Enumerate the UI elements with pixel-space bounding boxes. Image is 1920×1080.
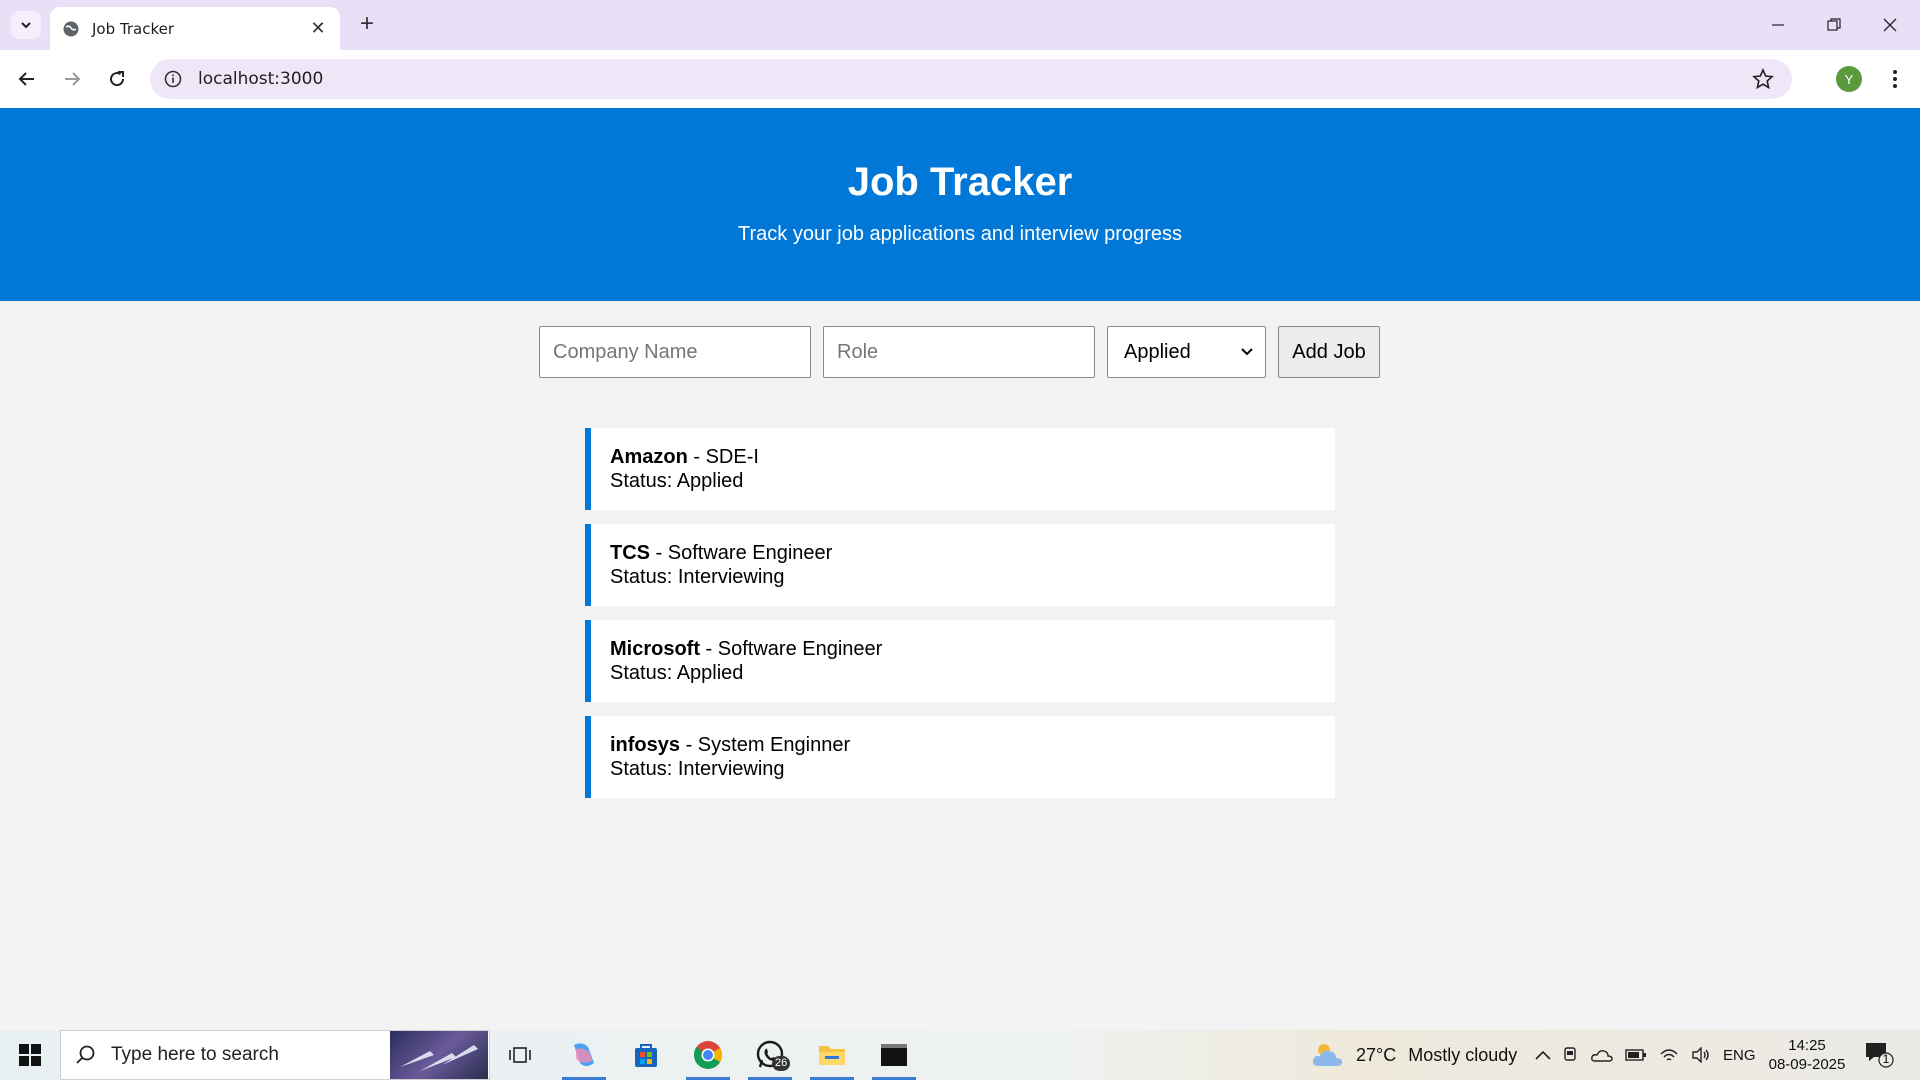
- chrome-button[interactable]: [680, 1030, 736, 1080]
- weather-condition: Mostly cloudy: [1408, 1044, 1518, 1065]
- taskbar-clock[interactable]: 14:25 08-09-2025: [1766, 1036, 1848, 1074]
- browser-menu-button[interactable]: [1880, 64, 1910, 94]
- tab-title: Job Tracker: [92, 19, 175, 38]
- chrome-icon: [694, 1041, 722, 1069]
- notification-count: 1: [1882, 1052, 1890, 1066]
- new-tab-button[interactable]: +: [354, 12, 380, 38]
- job-card: infosys - System Enginner Status: Interv…: [585, 716, 1335, 798]
- close-icon: [1883, 18, 1897, 32]
- close-window-button[interactable]: [1862, 0, 1918, 50]
- notifications-button[interactable]: 1: [1864, 1040, 1896, 1070]
- browser-tabstrip: Job Tracker ✕ +: [0, 0, 1920, 50]
- role-input[interactable]: [823, 326, 1095, 378]
- job-role: - SDE-I: [687, 446, 759, 468]
- status-select[interactable]: Applied: [1107, 326, 1266, 378]
- tab-search-button[interactable]: [11, 11, 41, 39]
- reload-button[interactable]: [100, 62, 134, 96]
- search-placeholder: Type here to search: [111, 1044, 279, 1065]
- add-job-form: Applied Add Job: [539, 326, 1380, 378]
- restore-icon: [1827, 18, 1841, 31]
- close-tab-icon[interactable]: ✕: [308, 18, 328, 39]
- address-bar[interactable]: localhost:3000: [150, 59, 1792, 99]
- store-button[interactable]: [618, 1030, 674, 1080]
- copilot-button[interactable]: [556, 1030, 612, 1080]
- volume-icon[interactable]: [1691, 1047, 1711, 1063]
- job-role: - Software Engineer: [650, 542, 833, 564]
- job-role: - System Enginner: [680, 734, 851, 756]
- status-selected-value: Applied: [1124, 340, 1191, 363]
- task-view-button[interactable]: [492, 1030, 548, 1080]
- system-tray: ENG: [1535, 1030, 1756, 1080]
- temperature: 27°C: [1356, 1044, 1397, 1065]
- job-company: Amazon: [610, 446, 688, 468]
- add-job-button[interactable]: Add Job: [1278, 326, 1380, 378]
- terminal-button[interactable]: [866, 1030, 922, 1080]
- clock-time: 14:25: [1788, 1037, 1826, 1054]
- search-highlight-image[interactable]: [390, 1031, 488, 1079]
- battery-icon[interactable]: [1625, 1048, 1647, 1062]
- profile-avatar[interactable]: Y: [1836, 66, 1862, 92]
- more-vert-icon: [1893, 70, 1897, 88]
- terminal-icon: [881, 1044, 907, 1066]
- url-text: localhost:3000: [198, 69, 324, 89]
- job-list: Amazon - SDE-I Status: Applied TCS - Sof…: [585, 428, 1335, 812]
- windows-logo-icon: [19, 1044, 41, 1066]
- whatsapp-badge: 26: [772, 1056, 791, 1071]
- info-icon: [164, 70, 182, 88]
- arrow-right-icon: [65, 72, 81, 86]
- file-explorer-button[interactable]: [804, 1030, 860, 1080]
- wifi-icon[interactable]: [1659, 1047, 1679, 1063]
- star-icon[interactable]: [1752, 68, 1774, 90]
- job-card: Microsoft - Software Engineer Status: Ap…: [585, 620, 1335, 702]
- page-header: Job Tracker Track your job applications …: [0, 108, 1920, 301]
- browser-tab[interactable]: Job Tracker ✕: [50, 7, 340, 50]
- meet-now-icon[interactable]: [1563, 1046, 1579, 1064]
- start-button[interactable]: [0, 1030, 60, 1080]
- page-subtitle: Track your job applications and intervie…: [738, 223, 1182, 245]
- job-role: - Software Engineer: [700, 638, 883, 660]
- notification-icon: [1866, 1043, 1894, 1068]
- browser-toolbar: localhost:3000 Y: [0, 50, 1920, 108]
- chevron-up-icon[interactable]: [1535, 1050, 1551, 1060]
- weather-widget[interactable]: 27°C Mostly cloudy: [1310, 1030, 1517, 1080]
- chevron-down-icon: [1241, 348, 1253, 356]
- store-icon: [635, 1044, 657, 1067]
- job-company: TCS: [610, 542, 650, 564]
- jets-illustration-icon: [400, 1045, 478, 1071]
- onedrive-icon[interactable]: [1591, 1048, 1613, 1062]
- chevron-down-icon: [21, 22, 31, 29]
- minimize-button[interactable]: [1750, 0, 1806, 50]
- job-status: Status: Applied: [610, 470, 744, 492]
- taskbar: Type here to search 26 27°C Mostly cloud…: [0, 1030, 1920, 1080]
- copilot-icon: [574, 1043, 594, 1066]
- arrow-left-icon: [18, 72, 34, 86]
- cloudy-weather-icon: [1312, 1044, 1343, 1066]
- minimize-icon: [1772, 24, 1784, 26]
- job-status: Status: Applied: [610, 662, 744, 684]
- language-indicator[interactable]: ENG: [1723, 1047, 1756, 1064]
- job-company: Microsoft: [610, 638, 700, 660]
- page-title: Job Tracker: [847, 160, 1073, 204]
- globe-icon: [63, 21, 79, 36]
- job-company: infosys: [610, 734, 681, 756]
- job-card: Amazon - SDE-I Status: Applied: [585, 428, 1335, 510]
- whatsapp-button[interactable]: 26: [742, 1030, 798, 1080]
- page-content: Job Tracker Track your job applications …: [0, 108, 1920, 1030]
- forward-button[interactable]: [55, 62, 89, 96]
- search-icon: [76, 1045, 95, 1064]
- job-card: TCS - Software Engineer Status: Intervie…: [585, 524, 1335, 606]
- restore-button[interactable]: [1806, 0, 1862, 50]
- folder-icon: [819, 1046, 845, 1065]
- job-status: Status: Interviewing: [610, 566, 785, 588]
- job-status: Status: Interviewing: [610, 758, 785, 780]
- task-view-icon: [509, 1047, 531, 1063]
- clock-date: 08-09-2025: [1768, 1056, 1846, 1073]
- company-name-input[interactable]: [539, 326, 811, 378]
- reload-icon: [110, 71, 125, 87]
- back-button[interactable]: [10, 62, 44, 96]
